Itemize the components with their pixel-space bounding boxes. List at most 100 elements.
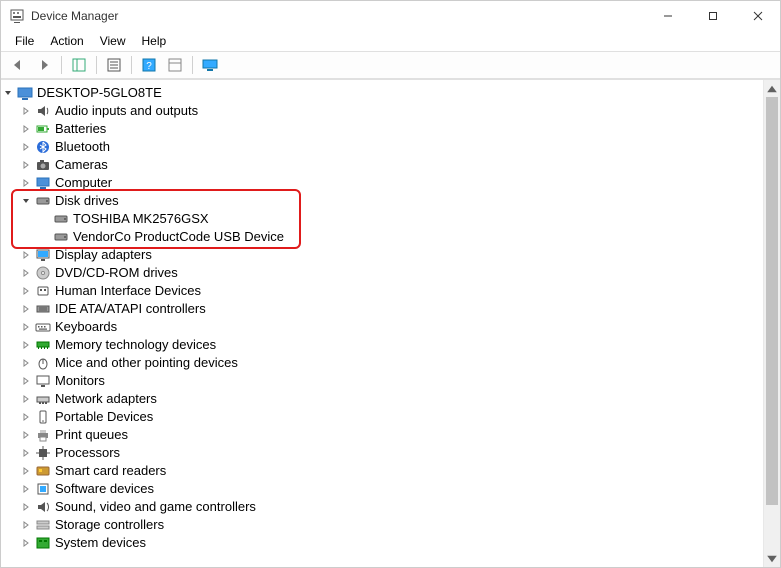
help-button[interactable]: ?: [137, 54, 161, 76]
tree-node-14[interactable]: Network adapters: [1, 390, 763, 408]
scan-hardware-button[interactable]: [163, 54, 187, 76]
scroll-track[interactable]: [764, 97, 780, 550]
menu-action[interactable]: Action: [42, 32, 91, 50]
close-button[interactable]: [735, 1, 780, 31]
expander-icon[interactable]: [19, 462, 33, 480]
tree-node-label: DESKTOP-5GLO8TE: [37, 84, 162, 102]
tree-node-6[interactable]: Display adapters: [1, 246, 763, 264]
maximize-button[interactable]: [690, 1, 735, 31]
scroll-down-arrow[interactable]: [764, 550, 780, 567]
tree-node-21[interactable]: Storage controllers: [1, 516, 763, 534]
show-hide-tree-button[interactable]: [67, 54, 91, 76]
camera-icon: [35, 157, 51, 173]
tree-node-4[interactable]: Computer: [1, 174, 763, 192]
expander-icon[interactable]: [19, 372, 33, 390]
storage-icon: [35, 517, 51, 533]
tree-node-13[interactable]: Monitors: [1, 372, 763, 390]
tree-scroll-area[interactable]: DESKTOP-5GLO8TEAudio inputs and outputsB…: [1, 80, 763, 567]
tree-node-15[interactable]: Portable Devices: [1, 408, 763, 426]
expander-icon[interactable]: [19, 138, 33, 156]
battery-icon: [35, 121, 51, 137]
tree-node-18[interactable]: Smart card readers: [1, 462, 763, 480]
expander-icon[interactable]: [19, 426, 33, 444]
svg-text:?: ?: [146, 61, 152, 72]
tree-node-19[interactable]: Software devices: [1, 480, 763, 498]
tree-node-label: Disk drives: [55, 192, 119, 210]
tree-node-label: Display adapters: [55, 246, 152, 264]
tree-node-label: Computer: [55, 174, 112, 192]
expander-icon[interactable]: [19, 408, 33, 426]
expander-icon[interactable]: [19, 534, 33, 552]
expander-icon[interactable]: [19, 300, 33, 318]
expander-icon[interactable]: [19, 192, 33, 210]
tree-node-label: Mice and other pointing devices: [55, 354, 238, 372]
tree-node-3[interactable]: Cameras: [1, 156, 763, 174]
root-icon: [17, 85, 33, 101]
tree-node-5[interactable]: Disk drives: [1, 192, 763, 210]
back-button[interactable]: [6, 54, 30, 76]
tree-node-7[interactable]: DVD/CD-ROM drives: [1, 264, 763, 282]
expander-icon[interactable]: [19, 282, 33, 300]
tree-node-label: Memory technology devices: [55, 336, 216, 354]
menu-help[interactable]: Help: [134, 32, 175, 50]
tree-node-16[interactable]: Print queues: [1, 426, 763, 444]
tree-node-label: Smart card readers: [55, 462, 166, 480]
tree-node-9[interactable]: IDE ATA/ATAPI controllers: [1, 300, 763, 318]
tree-node-12[interactable]: Mice and other pointing devices: [1, 354, 763, 372]
scroll-thumb[interactable]: [766, 97, 778, 505]
display-icon: [35, 247, 51, 263]
tree-node-label: Sound, video and game controllers: [55, 498, 256, 516]
expander-icon[interactable]: [19, 336, 33, 354]
tree-node-label: DVD/CD-ROM drives: [55, 264, 178, 282]
tree-node-0[interactable]: Audio inputs and outputs: [1, 102, 763, 120]
tree-node-10[interactable]: Keyboards: [1, 318, 763, 336]
monitor-icon-button[interactable]: [198, 54, 222, 76]
disk-icon: [53, 211, 69, 227]
expander-icon: [37, 210, 51, 228]
app-icon: [9, 8, 25, 24]
expander-icon[interactable]: [19, 102, 33, 120]
properties-button[interactable]: [102, 54, 126, 76]
expander-icon[interactable]: [19, 318, 33, 336]
tree-node-8[interactable]: Human Interface Devices: [1, 282, 763, 300]
tree-node-5-1[interactable]: VendorCo ProductCode USB Device: [1, 228, 763, 246]
expander-icon[interactable]: [19, 480, 33, 498]
expander-icon[interactable]: [19, 498, 33, 516]
tree-node-label: TOSHIBA MK2576GSX: [73, 210, 209, 228]
cpu-icon: [35, 445, 51, 461]
tree-node-label: Bluetooth: [55, 138, 110, 156]
audio-icon: [35, 103, 51, 119]
forward-button[interactable]: [32, 54, 56, 76]
tree-node-17[interactable]: Processors: [1, 444, 763, 462]
vertical-scrollbar[interactable]: [763, 80, 780, 567]
expander-icon[interactable]: [19, 246, 33, 264]
menu-view[interactable]: View: [92, 32, 134, 50]
expander-icon[interactable]: [19, 174, 33, 192]
ide-icon: [35, 301, 51, 317]
software-icon: [35, 481, 51, 497]
tree-node-11[interactable]: Memory technology devices: [1, 336, 763, 354]
tree-node-5-0[interactable]: TOSHIBA MK2576GSX: [1, 210, 763, 228]
expander-icon[interactable]: [19, 444, 33, 462]
tree-node-root[interactable]: DESKTOP-5GLO8TE: [1, 84, 763, 102]
expander-icon[interactable]: [19, 516, 33, 534]
title-bar: Device Manager: [1, 1, 780, 31]
expander-icon[interactable]: [19, 354, 33, 372]
expander-icon[interactable]: [19, 390, 33, 408]
tree-node-20[interactable]: Sound, video and game controllers: [1, 498, 763, 516]
minimize-button[interactable]: [645, 1, 690, 31]
tree-node-22[interactable]: System devices: [1, 534, 763, 552]
tree-node-1[interactable]: Batteries: [1, 120, 763, 138]
tree-node-2[interactable]: Bluetooth: [1, 138, 763, 156]
menu-file[interactable]: File: [7, 32, 42, 50]
expander-icon[interactable]: [19, 156, 33, 174]
expander-icon[interactable]: [19, 264, 33, 282]
scroll-up-arrow[interactable]: [764, 80, 780, 97]
expander-icon[interactable]: [1, 84, 15, 102]
bluetooth-icon: [35, 139, 51, 155]
expander-icon[interactable]: [19, 120, 33, 138]
toolbar-separator: [61, 56, 62, 74]
toolbar: ?: [1, 51, 780, 79]
tree-node-label: Cameras: [55, 156, 108, 174]
system-icon: [35, 535, 51, 551]
